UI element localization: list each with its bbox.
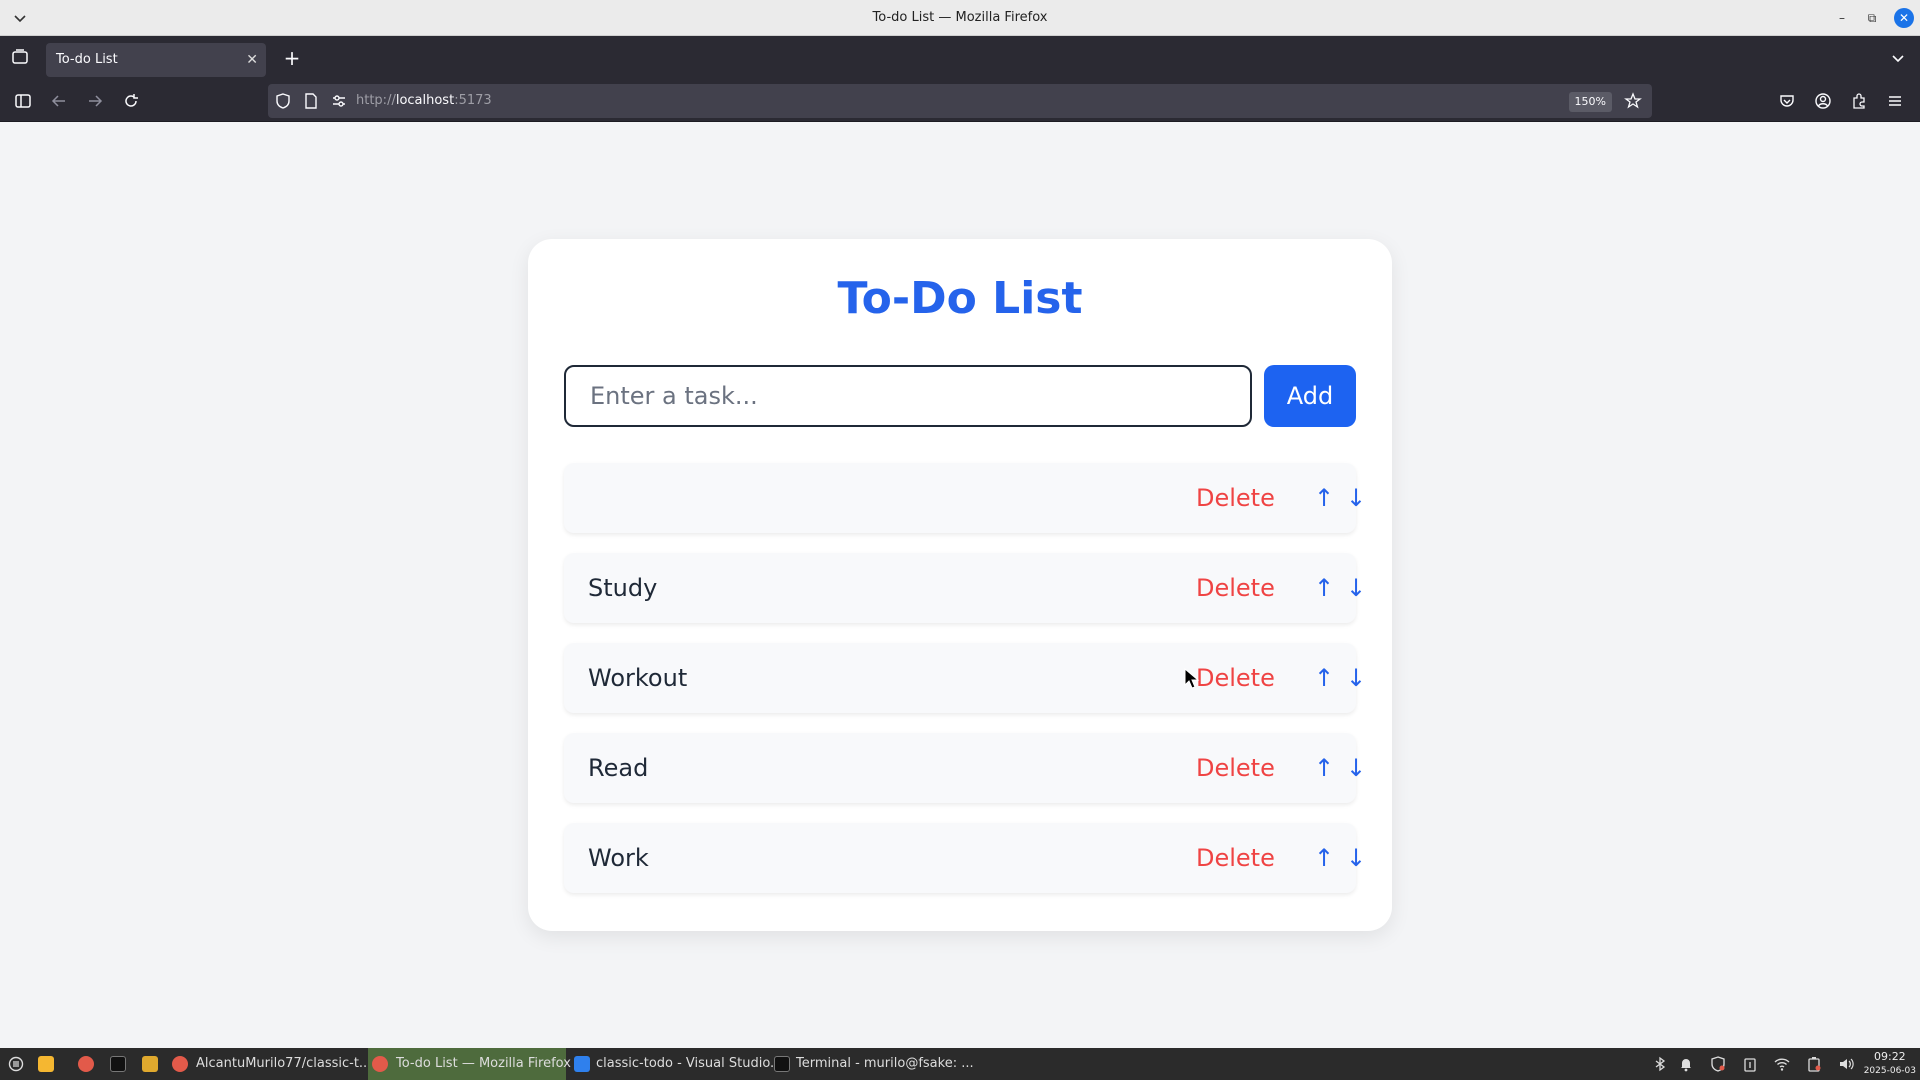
terminal-icon — [774, 1056, 790, 1072]
task-item: Read Delete ↑ ↓ — [564, 733, 1366, 803]
tab-todo-list[interactable]: To-do List ✕ — [46, 43, 266, 77]
url-bar[interactable]: http://localhost:5173 150% — [268, 84, 1652, 118]
taskbar-window-terminal[interactable]: Terminal - murilo@fsake: ... — [770, 1048, 974, 1080]
move-down-button[interactable]: ↓ — [1346, 553, 1366, 623]
move-down-button[interactable]: ↓ — [1346, 733, 1366, 803]
move-up-button[interactable]: ↑ — [1314, 643, 1334, 713]
system-taskbar: AlcantuMurilo77/classic-t... To-do List … — [0, 1048, 1920, 1080]
firefox-launcher-icon[interactable] — [78, 1056, 94, 1072]
task-list: Delete ↑ ↓ Study Delete ↑ ↓ Workout Dele… — [564, 463, 1366, 913]
permissions-icon[interactable] — [330, 92, 348, 110]
sidebar-toggle-icon[interactable] — [10, 88, 36, 114]
firefox-icon — [172, 1056, 188, 1072]
move-up-button[interactable]: ↑ — [1314, 733, 1334, 803]
mouse-cursor-icon — [1184, 668, 1200, 689]
back-icon[interactable] — [46, 88, 72, 114]
url-text[interactable]: http://localhost:5173 — [356, 84, 492, 118]
list-all-tabs-icon[interactable] — [1888, 48, 1908, 68]
tab-title: To-do List — [56, 52, 118, 67]
url-prefix: http:// — [356, 93, 396, 108]
clock[interactable]: 09:22 2025-06-03 — [1864, 1050, 1916, 1078]
add-button[interactable]: Add — [1264, 365, 1356, 427]
task-item: Workout Delete ↑ ↓ — [564, 643, 1366, 713]
files-launcher-icon[interactable] — [38, 1056, 54, 1072]
window-titlebar: To-do List — Mozilla Firefox – ⧉ ✕ — [0, 0, 1920, 36]
taskbar-window-label: To-do List — Mozilla Firefox — [396, 1056, 571, 1071]
forward-icon[interactable] — [82, 88, 108, 114]
task-item: Work Delete ↑ ↓ — [564, 823, 1366, 893]
zoom-indicator[interactable]: 150% — [1568, 92, 1612, 112]
task-text: Study — [588, 574, 658, 602]
delete-button[interactable]: Delete — [1196, 553, 1275, 623]
delete-button[interactable]: Delete — [1196, 733, 1275, 803]
task-text: Workout — [588, 664, 688, 692]
move-up-button[interactable]: ↑ — [1314, 823, 1334, 893]
firefox-icon — [372, 1056, 388, 1072]
vscode-icon — [574, 1056, 590, 1072]
move-down-button[interactable]: ↓ — [1346, 823, 1366, 893]
close-tab-icon[interactable]: ✕ — [246, 43, 258, 77]
security-shield-icon[interactable] — [1710, 1056, 1726, 1072]
close-window-button[interactable]: ✕ — [1894, 8, 1914, 28]
clock-date: 2025-06-03 — [1863, 1066, 1916, 1076]
hamburger-menu-icon[interactable] — [1882, 88, 1908, 114]
task-input[interactable] — [564, 365, 1252, 427]
taskbar-window-label: AlcantuMurilo77/classic-t... — [196, 1056, 372, 1071]
page-title: To-Do List — [837, 273, 1083, 324]
delete-button[interactable]: Delete — [1196, 643, 1275, 713]
todo-card: To-Do List Add Delete ↑ ↓ Study Delete ↑… — [528, 239, 1392, 931]
task-text: Read — [588, 754, 649, 782]
tab-groups-icon[interactable] — [10, 47, 30, 67]
account-icon[interactable] — [1810, 88, 1836, 114]
reload-icon[interactable] — [118, 88, 144, 114]
window-title: To-do List — Mozilla Firefox — [872, 10, 1048, 25]
task-item: Delete ↑ ↓ — [564, 463, 1366, 533]
move-down-button[interactable]: ↓ — [1346, 643, 1366, 713]
minimize-button[interactable]: – — [1832, 8, 1852, 28]
clipboard-icon[interactable] — [1742, 1056, 1758, 1072]
volume-icon[interactable] — [1838, 1056, 1854, 1072]
url-host: localhost — [395, 93, 455, 108]
navigation-toolbar: http://localhost:5173 150% — [0, 80, 1920, 122]
app-menu-icon[interactable] — [8, 1056, 24, 1072]
move-down-button[interactable]: ↓ — [1346, 463, 1366, 533]
bookmark-star-icon[interactable] — [1624, 92, 1642, 110]
wifi-icon[interactable] — [1774, 1056, 1790, 1072]
taskbar-window-vscode[interactable]: classic-todo - Visual Studio... — [570, 1048, 782, 1080]
new-tab-button[interactable]: + — [280, 46, 304, 70]
task-item: Study Delete ↑ ↓ — [564, 553, 1366, 623]
task-text: Work — [588, 844, 649, 872]
shield-icon[interactable] — [274, 92, 292, 110]
move-up-button[interactable]: ↑ — [1314, 463, 1334, 533]
notification-bell-icon[interactable] — [1678, 1056, 1694, 1072]
page-icon[interactable] — [302, 92, 320, 110]
terminal-launcher-icon[interactable] — [110, 1056, 126, 1072]
bluetooth-icon[interactable] — [1652, 1056, 1668, 1072]
clock-time: 09:22 — [1873, 1050, 1906, 1063]
extensions-icon[interactable] — [1846, 88, 1872, 114]
taskbar-window-label: Terminal - murilo@fsake: ... — [796, 1056, 974, 1071]
move-up-button[interactable]: ↑ — [1314, 553, 1334, 623]
taskbar-window-github[interactable]: AlcantuMurilo77/classic-t... — [168, 1048, 371, 1080]
folder-launcher-icon[interactable] — [142, 1056, 158, 1072]
battery-icon[interactable] — [1806, 1056, 1822, 1072]
url-port: :5173 — [454, 93, 492, 108]
delete-button[interactable]: Delete — [1196, 823, 1275, 893]
delete-button[interactable]: Delete — [1196, 463, 1275, 533]
pocket-icon[interactable] — [1774, 88, 1800, 114]
taskbar-window-label: classic-todo - Visual Studio... — [596, 1056, 783, 1071]
taskbar-window-todo[interactable]: To-do List — Mozilla Firefox — [368, 1048, 571, 1080]
restore-button[interactable]: ⧉ — [1862, 8, 1882, 28]
tab-bar: To-do List ✕ + — [0, 36, 1920, 80]
